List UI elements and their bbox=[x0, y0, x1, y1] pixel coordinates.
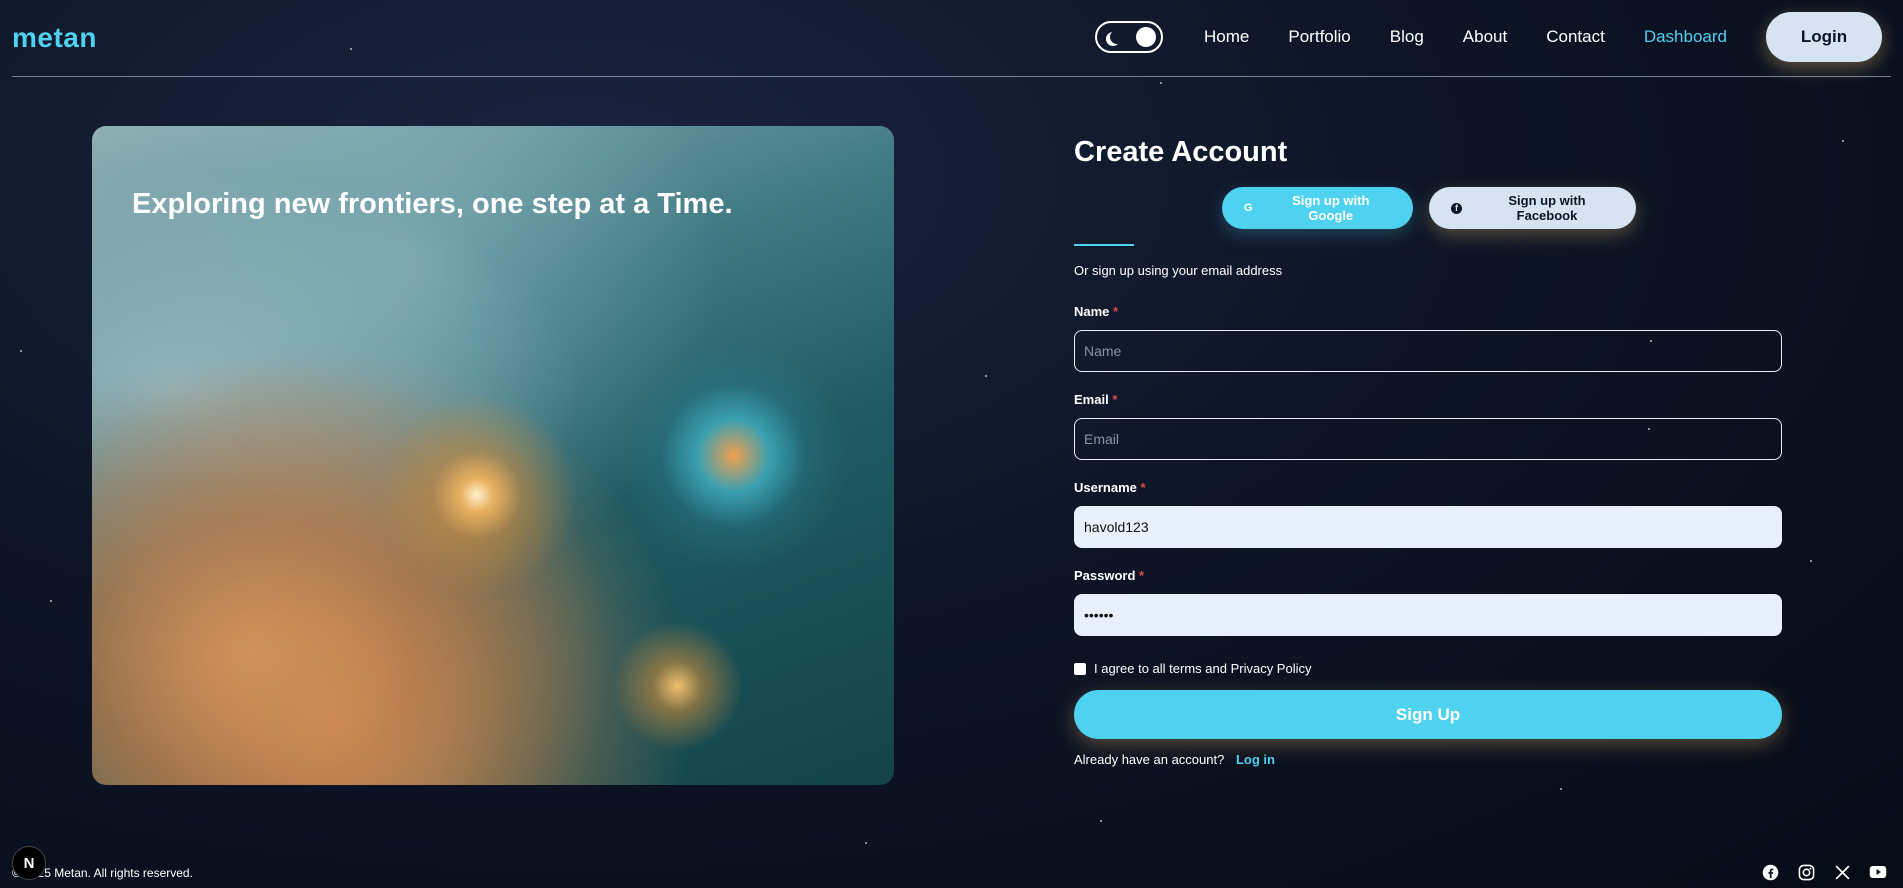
terms-label: I agree to all terms and Privacy Policy bbox=[1094, 661, 1312, 676]
nav-dashboard[interactable]: Dashboard bbox=[1644, 27, 1727, 47]
already-account: Already have an account? Log in bbox=[1074, 752, 1275, 767]
facebook-signup-label: Sign up with Facebook bbox=[1508, 193, 1586, 223]
divider bbox=[1074, 244, 1134, 246]
email-label: Email * bbox=[1074, 392, 1118, 407]
youtube-icon[interactable] bbox=[1869, 863, 1887, 881]
hero-title: Exploring new frontiers, one step at a T… bbox=[132, 188, 733, 220]
toggle-knob bbox=[1136, 27, 1157, 47]
email-input[interactable] bbox=[1074, 418, 1782, 460]
nav-home[interactable]: Home bbox=[1204, 27, 1249, 47]
instagram-icon[interactable] bbox=[1797, 863, 1815, 881]
theme-toggle[interactable] bbox=[1095, 21, 1164, 53]
google-signup-button[interactable]: G Sign up with Google bbox=[1222, 187, 1413, 229]
nav-contact[interactable]: Contact bbox=[1546, 27, 1605, 47]
username-input[interactable] bbox=[1074, 506, 1782, 548]
nav-blog[interactable]: Blog bbox=[1390, 27, 1424, 47]
nav-portfolio[interactable]: Portfolio bbox=[1288, 27, 1350, 47]
signup-form: Create Account G Sign up with Google f S… bbox=[1074, 136, 1782, 767]
google-icon: G bbox=[1244, 202, 1253, 214]
name-input[interactable] bbox=[1074, 330, 1782, 372]
nav-about[interactable]: About bbox=[1463, 27, 1507, 47]
name-label: Name * bbox=[1074, 304, 1119, 319]
signup-button[interactable]: Sign Up bbox=[1074, 690, 1782, 739]
facebook-icon: f bbox=[1451, 202, 1462, 214]
terms-checkbox[interactable] bbox=[1074, 662, 1086, 675]
google-signup-label: Sign up with Google bbox=[1292, 193, 1370, 223]
nextjs-badge[interactable]: N bbox=[12, 846, 46, 880]
login-link[interactable]: Log in bbox=[1236, 752, 1275, 767]
already-account-text: Already have an account? bbox=[1074, 752, 1225, 767]
x-icon[interactable] bbox=[1833, 863, 1851, 881]
social-signup: G Sign up with Google f Sign up with Fac… bbox=[1222, 187, 1636, 229]
password-label: Password * bbox=[1074, 568, 1145, 583]
main-nav: Home Portfolio Blog About Contact Dashbo… bbox=[1095, 12, 1891, 62]
logo[interactable]: metan bbox=[12, 22, 97, 54]
username-label: Username * bbox=[1074, 480, 1146, 495]
password-input[interactable] bbox=[1074, 594, 1782, 636]
form-subtitle: Or sign up using your email address bbox=[1074, 263, 1283, 278]
facebook-icon[interactable] bbox=[1761, 863, 1779, 881]
login-button[interactable]: Login bbox=[1766, 12, 1882, 62]
footer-social-links bbox=[1743, 863, 1887, 881]
terms-agreement: I agree to all terms and Privacy Policy bbox=[1074, 661, 1311, 676]
form-title: Create Account bbox=[1074, 136, 1288, 168]
hero-image: Exploring new frontiers, one step at a T… bbox=[92, 126, 894, 785]
facebook-signup-button[interactable]: f Sign up with Facebook bbox=[1429, 187, 1636, 229]
top-header: metan Home Portfolio Blog About Contact … bbox=[12, 0, 1891, 77]
moon-icon bbox=[1110, 30, 1124, 44]
